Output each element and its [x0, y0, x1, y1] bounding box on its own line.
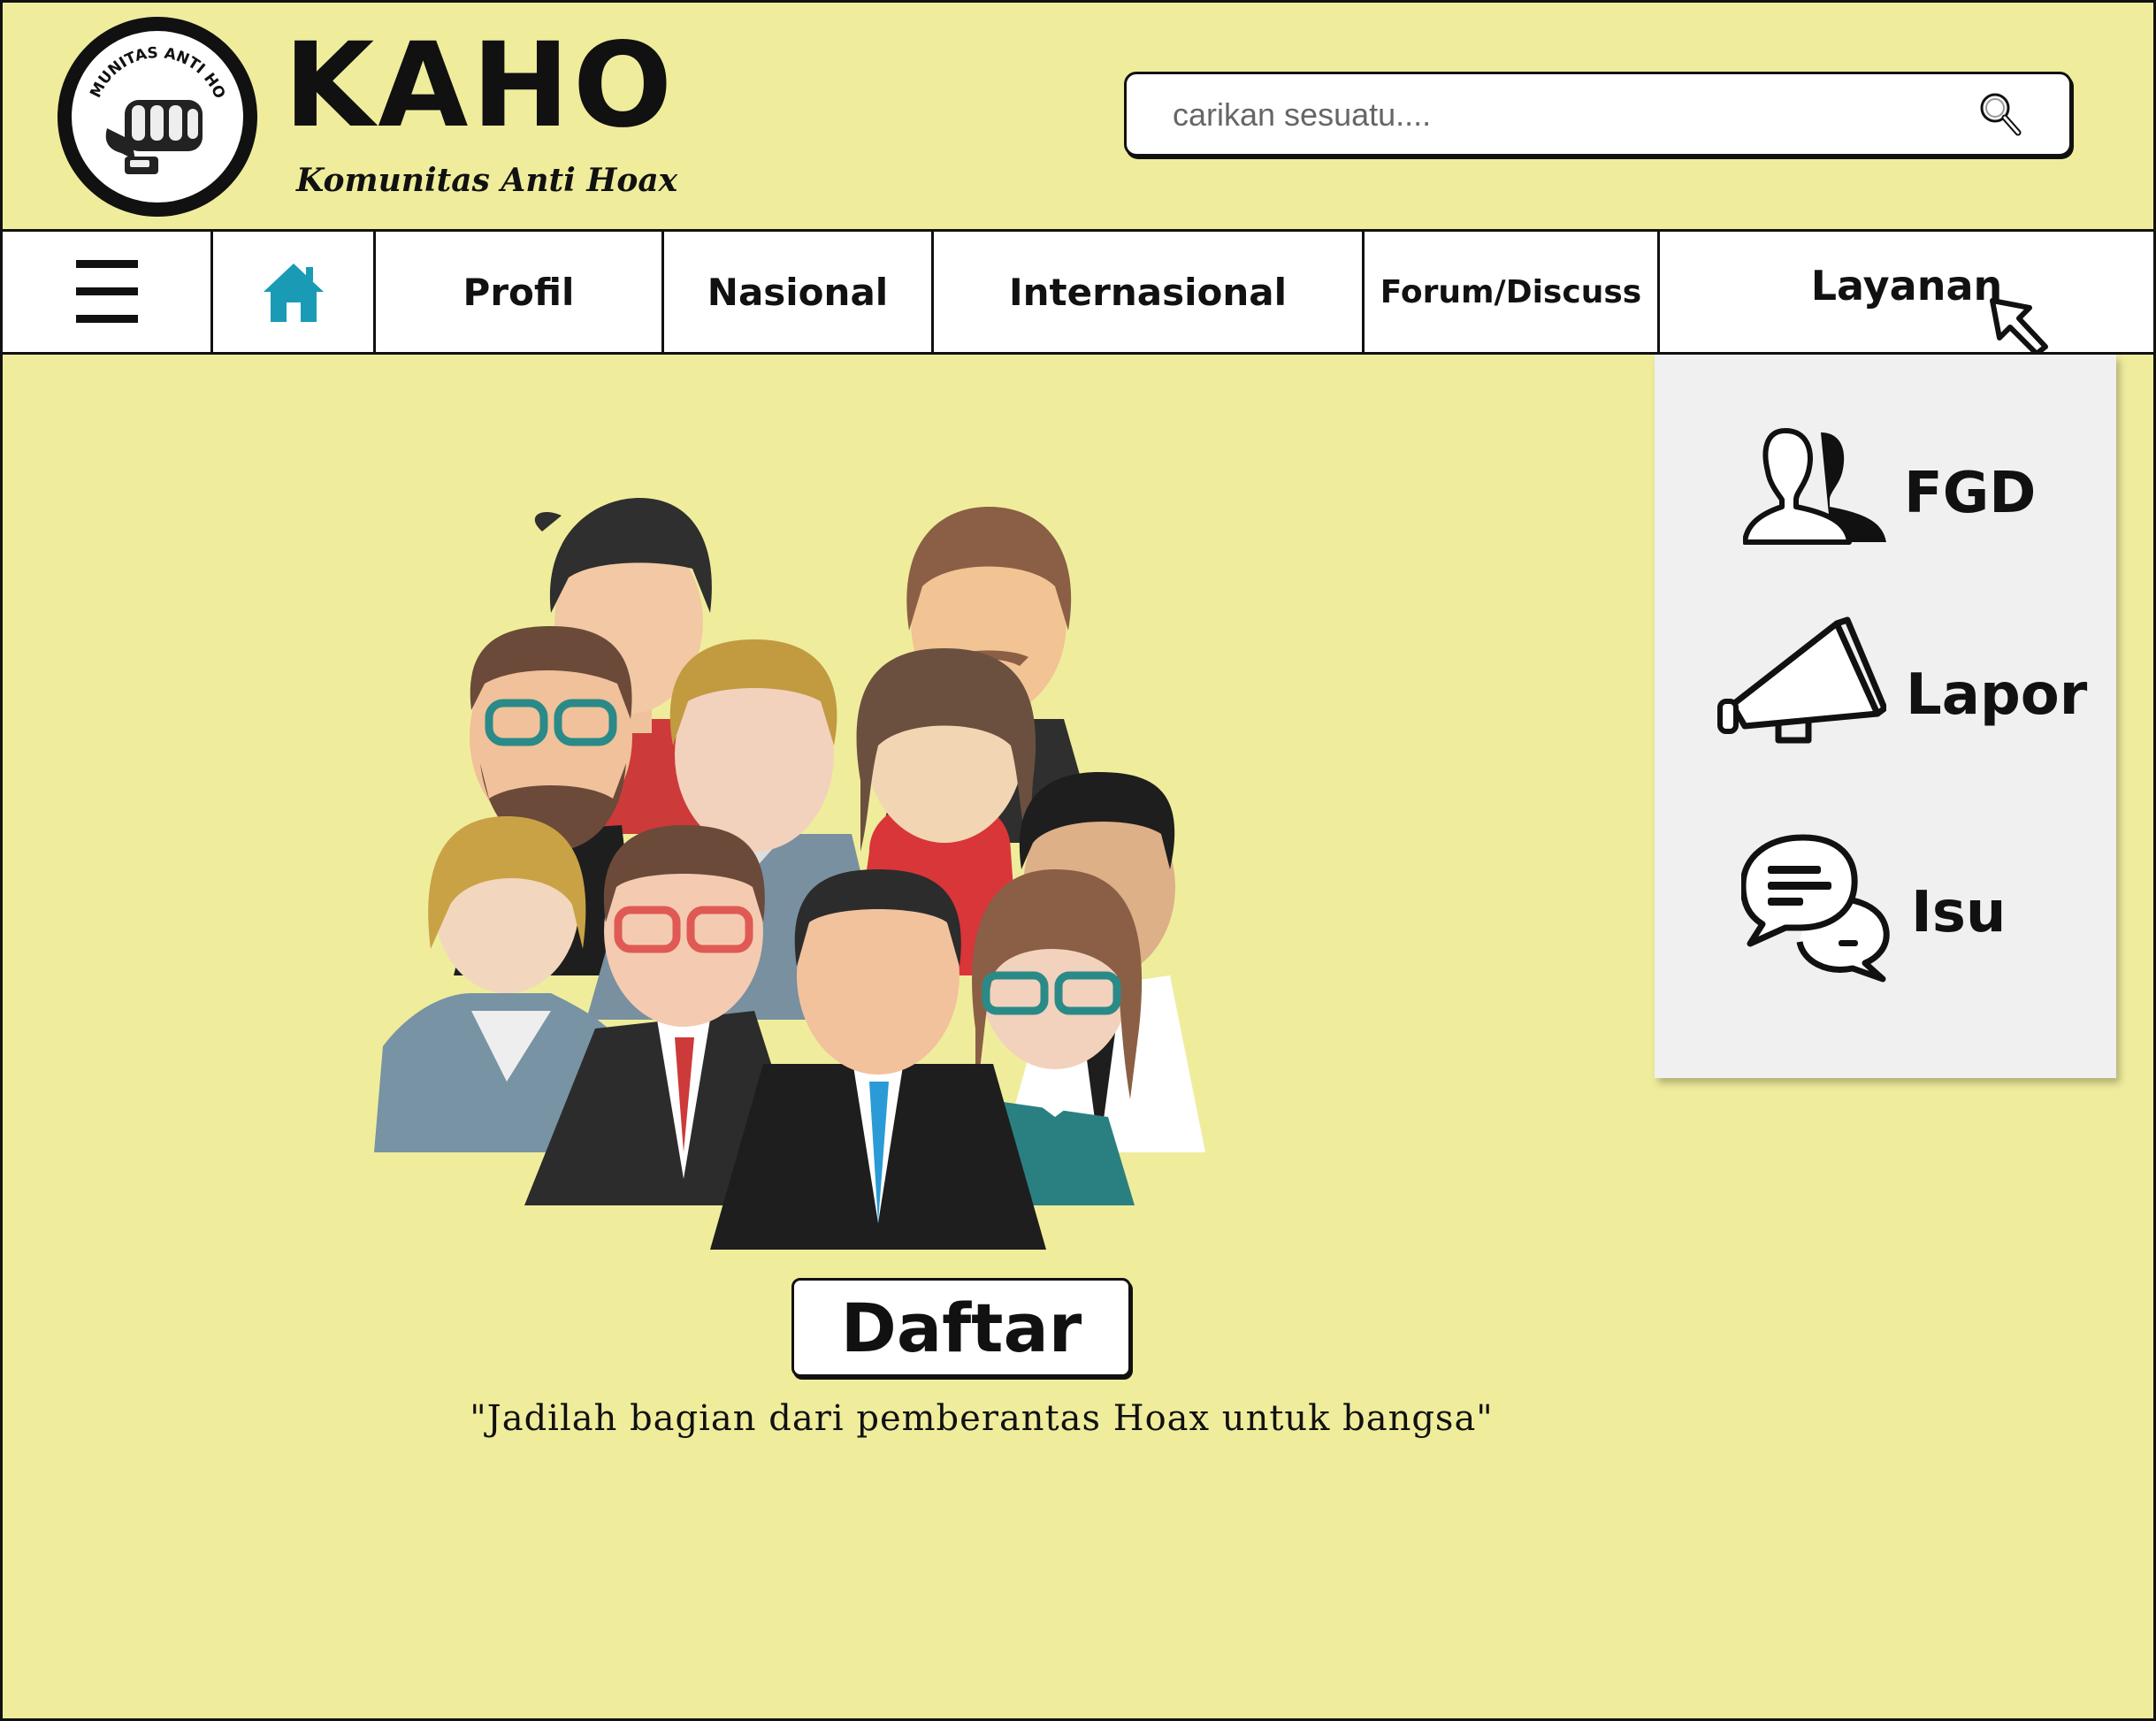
home-icon	[263, 264, 324, 322]
nav-item-label: Layanan	[1810, 262, 2003, 310]
dropdown-item-label: FGD	[1904, 461, 2037, 526]
nav-item-label: Forum/Discuss	[1380, 273, 1642, 310]
hamburger-icon	[75, 260, 138, 323]
layanan-dropdown: FGD Lapor Isu	[1655, 355, 2116, 1078]
users-icon	[1743, 428, 1886, 545]
search-bar[interactable]	[1124, 72, 2072, 157]
logo-badge[interactable]: KOMUNITAS ANTI HOAX	[57, 17, 257, 217]
daftar-button[interactable]: Daftar	[791, 1278, 1131, 1377]
menu-button[interactable]	[3, 232, 213, 352]
home-button[interactable]	[213, 232, 376, 352]
dropdown-item-label: Lapor	[1906, 662, 2088, 728]
brand-tagline: Komunitas Anti Hoax	[296, 162, 678, 199]
dropdown-item-label: Isu	[1911, 880, 2007, 945]
main-nav: Profil Nasional Internasional Forum/Disc…	[3, 229, 2153, 356]
logo-emblem: KOMUNITAS ANTI HOAX	[65, 18, 247, 206]
brand-name: KAHO	[284, 18, 677, 154]
nav-item-label: Internasional	[1009, 270, 1287, 314]
nav-item-forum[interactable]: Forum/Discuss	[1365, 232, 1660, 352]
nav-item-label: Nasional	[707, 270, 889, 314]
megaphone-icon	[1717, 616, 1886, 744]
slogan-text: "Jadilah bagian dari pemberantas Hoax un…	[470, 1398, 1494, 1439]
nav-item-layanan[interactable]: Layanan	[1660, 232, 2153, 356]
dropdown-item-lapor[interactable]: Lapor	[1655, 616, 2116, 767]
search-input[interactable]	[1171, 74, 1953, 156]
nav-item-label: Profil	[463, 270, 575, 314]
cursor-arrow-icon	[1990, 298, 2048, 356]
search-icon[interactable]	[1977, 90, 2025, 140]
page: KOMUNITAS ANTI HOAX KAHO Komunitas Anti …	[0, 0, 2156, 1721]
nav-item-internasional[interactable]: Internasional	[934, 232, 1365, 352]
svg-text:KOMUNITAS ANTI HOAX: KOMUNITAS ANTI HOAX	[72, 31, 228, 101]
dropdown-item-fgd[interactable]: FGD	[1655, 417, 2116, 567]
nav-item-nasional[interactable]: Nasional	[664, 232, 934, 352]
dropdown-item-isu[interactable]: Isu	[1655, 829, 2116, 983]
people-group-illustration	[374, 498, 1205, 1250]
chat-bubbles-icon	[1741, 834, 1890, 983]
badge-text: KOMUNITAS ANTI HOAX	[65, 18, 228, 101]
fist-logo-icon: KOMUNITAS ANTI HOAX	[65, 18, 228, 174]
nav-item-profil[interactable]: Profil	[376, 232, 664, 352]
